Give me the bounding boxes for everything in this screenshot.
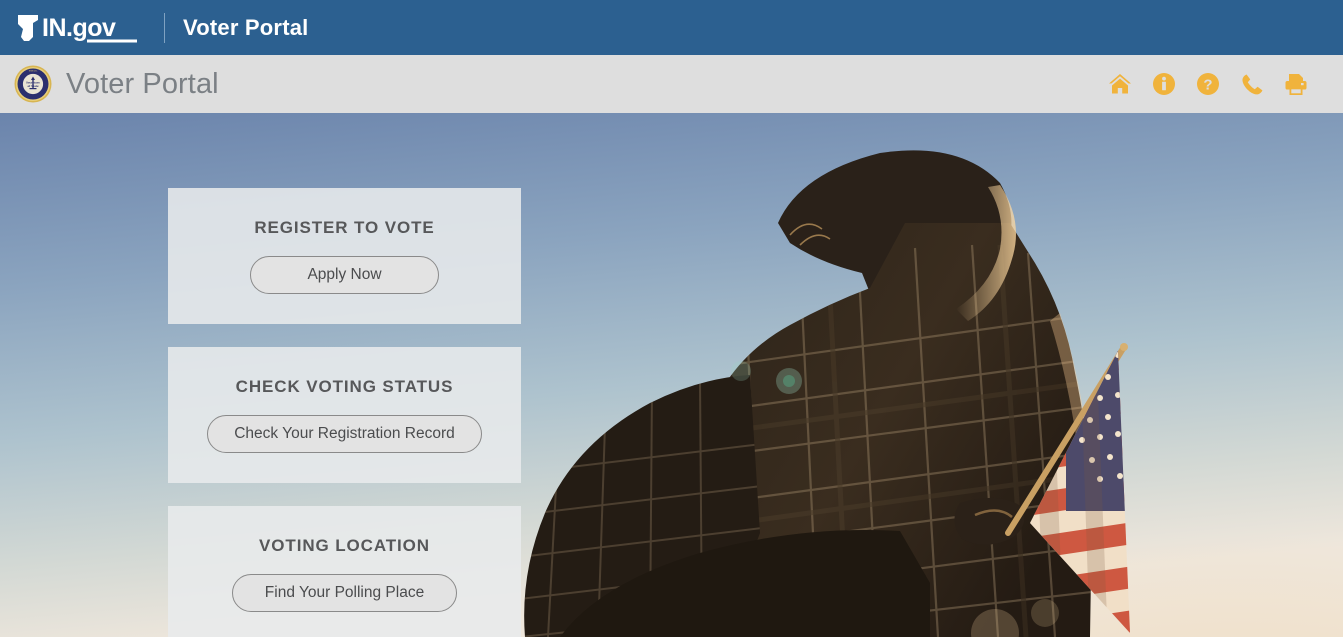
card-check-voting-status: CHECK VOTING STATUS Check Your Registrat… xyxy=(168,347,521,484)
svg-text:?: ? xyxy=(1203,76,1212,93)
find-polling-place-button[interactable]: Find Your Polling Place xyxy=(231,574,458,613)
apply-now-button[interactable]: Apply Now xyxy=(250,256,439,295)
brand-divider xyxy=(164,12,165,43)
top-navigation-bar: IN.gov Voter Portal xyxy=(0,0,1343,55)
info-icon[interactable] xyxy=(1151,71,1177,97)
topbar-title: Voter Portal xyxy=(183,14,309,40)
hero-banner: REGISTER TO VOTE Apply Now CHECK VOTING … xyxy=(0,113,1343,637)
card-register-to-vote: REGISTER TO VOTE Apply Now xyxy=(168,188,521,325)
action-card-list: REGISTER TO VOTE Apply Now CHECK VOTING … xyxy=(168,188,521,637)
voter-portal-page: IN.gov Voter Portal Secretary of State I… xyxy=(0,0,1343,637)
svg-text:IN.gov: IN.gov xyxy=(42,14,116,42)
svg-text:of State: of State xyxy=(27,84,39,88)
header-icon-row: ? xyxy=(1107,71,1309,97)
secretary-of-state-seal: Secretary of State INDIANA xyxy=(14,65,52,103)
portal-header-bar: Secretary of State INDIANA Voter Portal xyxy=(0,55,1343,113)
phone-icon[interactable] xyxy=(1239,71,1265,97)
page-title: Voter Portal xyxy=(66,67,219,100)
card-title: CHECK VOTING STATUS xyxy=(235,377,454,397)
card-title: VOTING LOCATION xyxy=(259,536,430,556)
print-icon[interactable] xyxy=(1283,71,1309,97)
check-registration-record-button[interactable]: Check Your Registration Record xyxy=(207,415,482,454)
help-icon[interactable]: ? xyxy=(1195,71,1221,97)
in-gov-logo[interactable]: IN.gov xyxy=(8,11,144,45)
home-icon[interactable] xyxy=(1107,71,1133,97)
card-title: REGISTER TO VOTE xyxy=(254,218,435,237)
card-voting-location: VOTING LOCATION Find Your Polling Place xyxy=(168,506,521,637)
svg-text:INDIANA: INDIANA xyxy=(29,70,38,73)
